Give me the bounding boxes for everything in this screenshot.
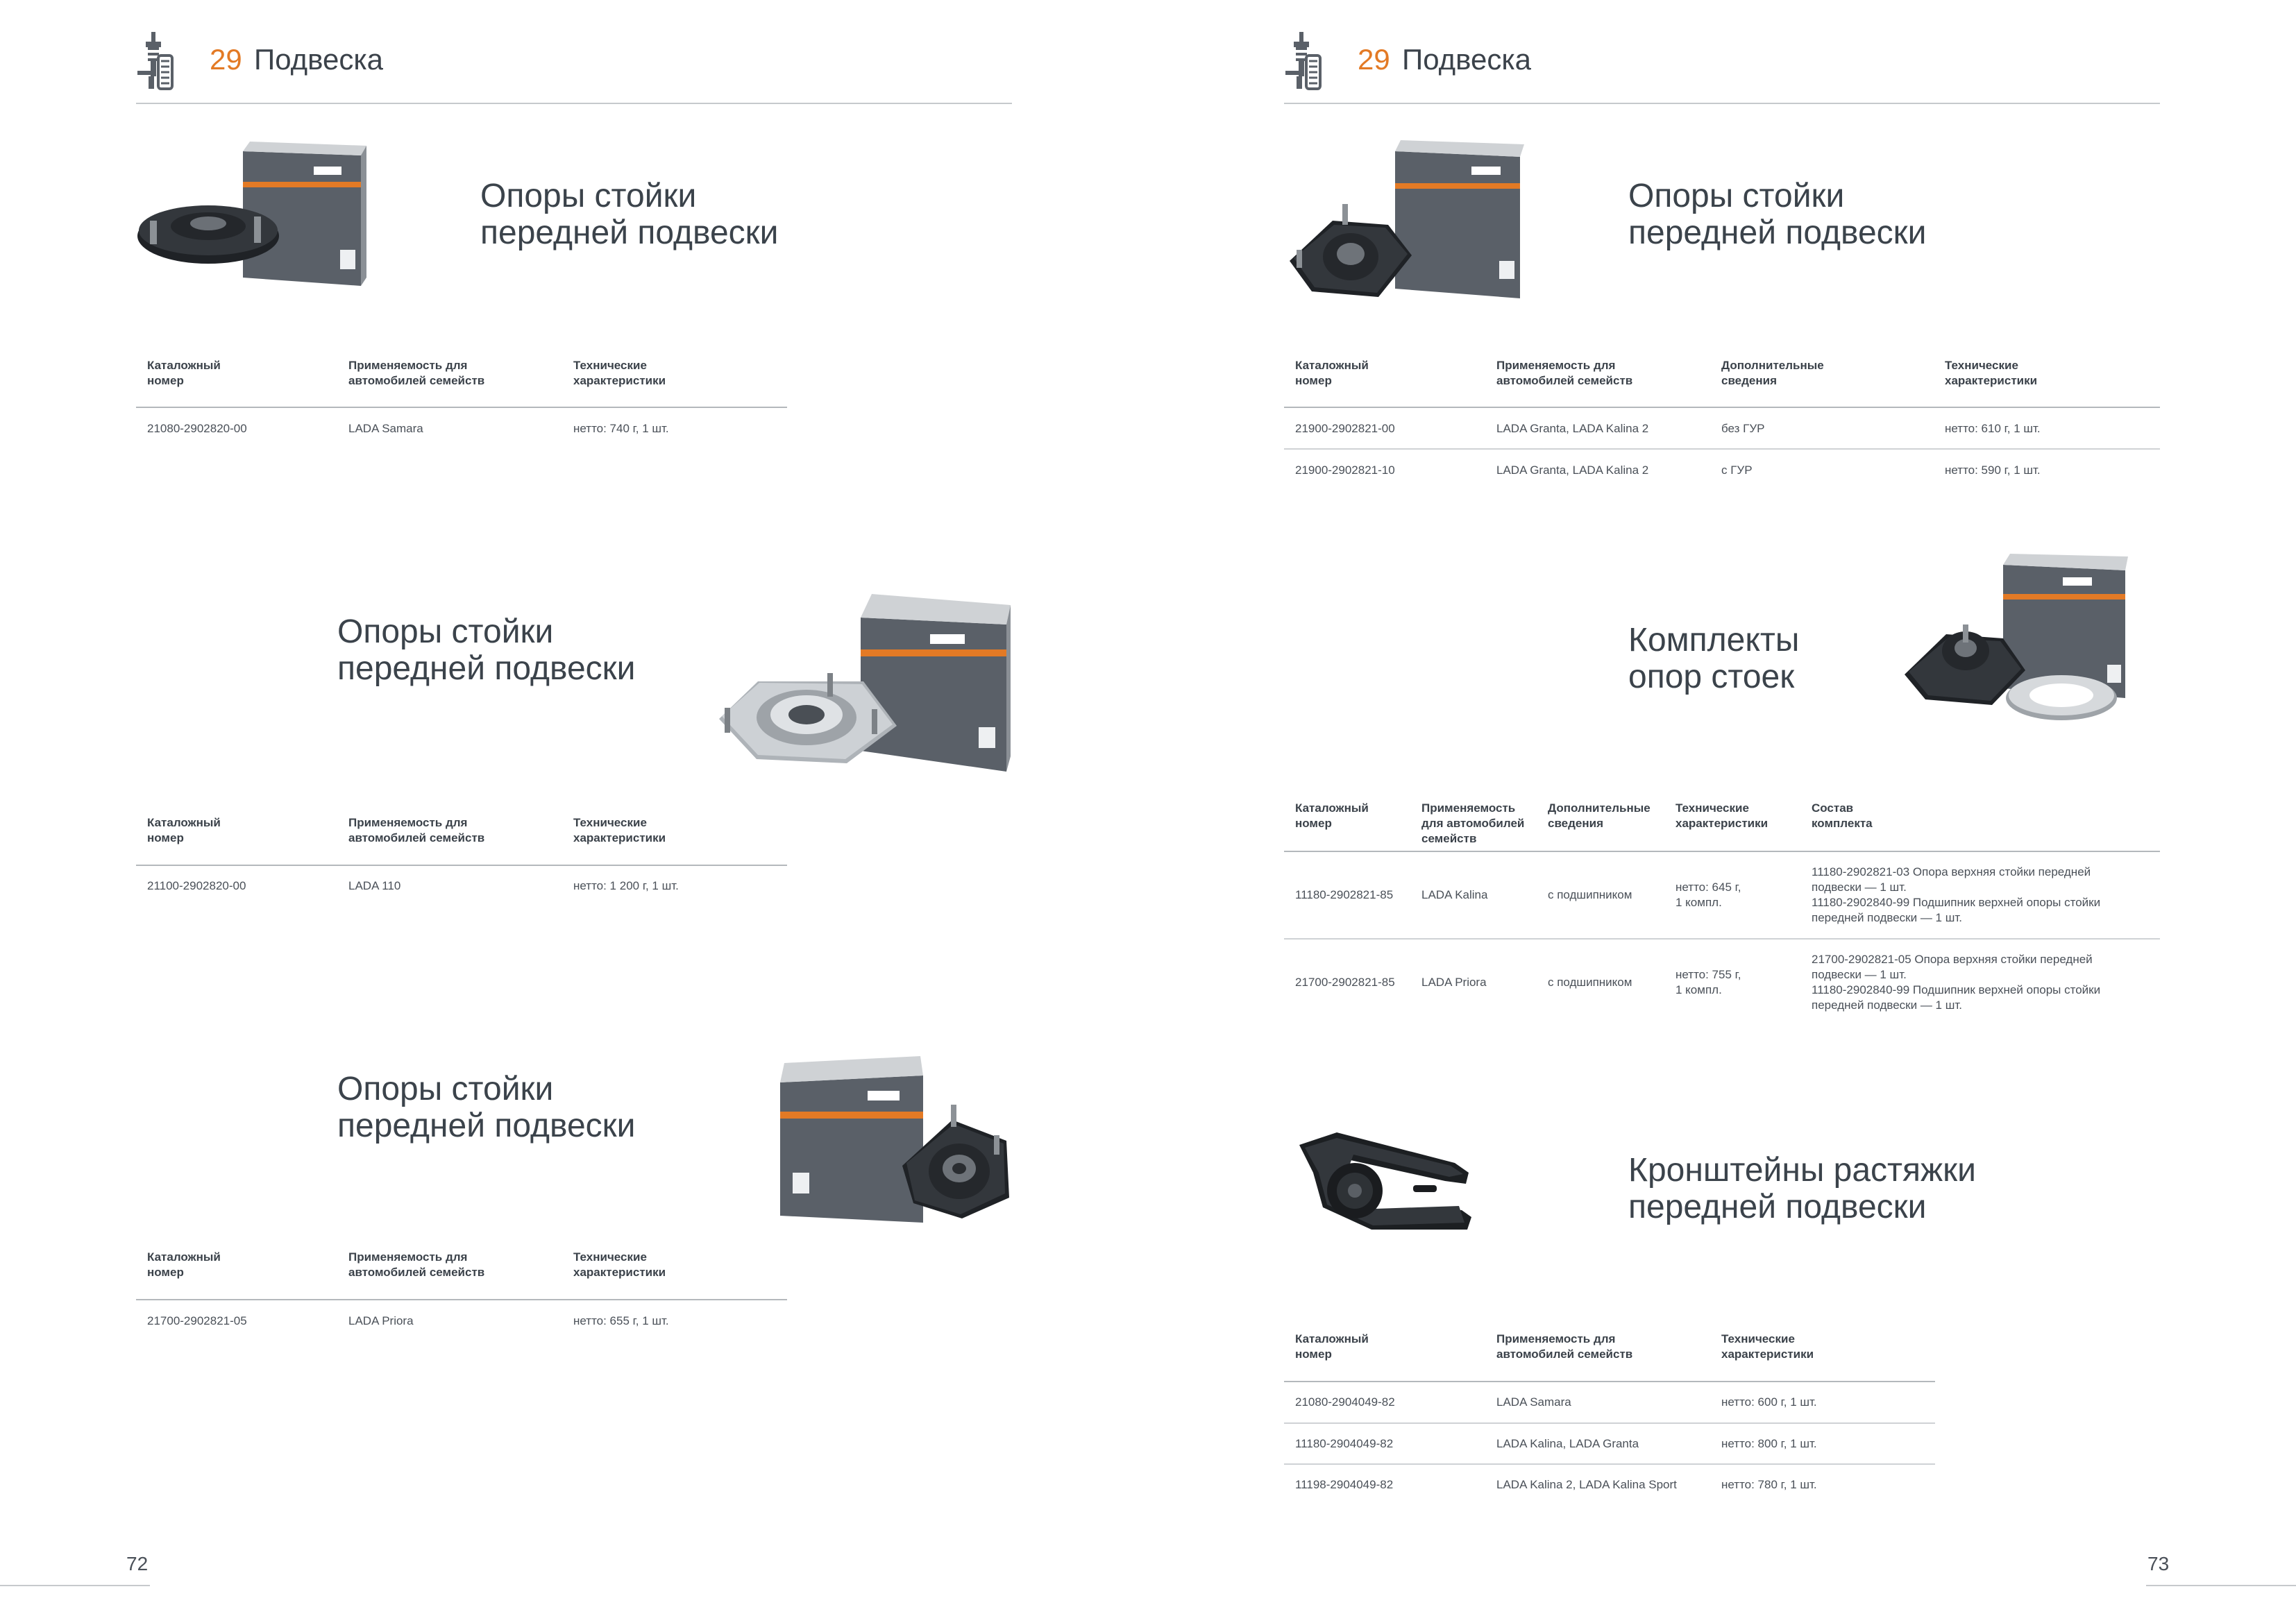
table-cell: LADA 110 [348, 879, 401, 892]
table-cell: нетто: 610 г, 1 шт. [1945, 422, 2041, 435]
table-cell: без ГУР [1721, 422, 1765, 435]
page-footer-line [0, 1585, 150, 1586]
suspension-icon [137, 32, 174, 90]
table-cell: 21700-2902821-05 Опора верхняя стойки пе… [1812, 953, 2101, 1012]
table-cell: нетто: 800 г, 1 шт. [1721, 1437, 1817, 1450]
table-header-rule [1284, 407, 2160, 408]
column-header: Дополнительные сведения [1548, 801, 1651, 830]
table-header-rule [136, 407, 787, 408]
table-cell: 21080-2902820-00 [147, 422, 247, 435]
column-header: Каталожный номер [147, 816, 221, 844]
column-header: Каталожный номер [1295, 801, 1369, 830]
column-header: Каталожный номер [1295, 1332, 1369, 1361]
table-header-rule [136, 865, 787, 866]
table-cell: 21700-2902821-85 [1295, 976, 1395, 989]
chapter-title: Подвеска [1402, 43, 1531, 76]
table-row-rule [1284, 448, 2160, 450]
table-cell: LADA Granta, LADA Kalina 2 [1496, 422, 1649, 435]
column-header: Применяемость для автомобилей семейств [1421, 801, 1525, 845]
column-header: Технические характеристики [573, 1250, 666, 1279]
table-row-rule [1284, 938, 2160, 940]
strut-kit-product-image [1905, 554, 2128, 720]
strut-mount-product-image [1290, 140, 1524, 298]
table-cell: 21700-2902821-05 [147, 1314, 247, 1327]
page-footer-line [2146, 1585, 2296, 1586]
table-cell: 11198-2904049-82 [1295, 1478, 1394, 1491]
table-cell: нетто: 600 г, 1 шт. [1721, 1395, 1817, 1409]
table-cell: нетто: 755 г, 1 компл. [1675, 968, 1741, 996]
chapter-title: Подвеска [254, 43, 383, 76]
table-cell: 21080-2904049-82 [1295, 1395, 1395, 1409]
table-cell: LADA Granta, LADA Kalina 2 [1496, 464, 1649, 477]
column-header: Применяемость для автомобилей семейств [348, 816, 485, 844]
column-header: Состав комплекта [1812, 801, 1873, 830]
table-cell: LADA Priora [1421, 976, 1487, 989]
table-cell: LADA Samara [348, 422, 423, 435]
column-header: Технические характеристики [573, 359, 666, 387]
table-cell: нетто: 1 200 г, 1 шт. [573, 879, 679, 892]
table-cell: 21900-2902821-10 [1295, 464, 1395, 477]
column-header: Каталожный номер [147, 1250, 221, 1279]
column-header: Применяемость для автомобилей семейств [1496, 359, 1633, 387]
section-title: Кронштейны растяжки передней подвески [1628, 1152, 1976, 1225]
strut-mount-product-image [719, 594, 1011, 772]
table-cell: LADA Samara [1496, 1395, 1571, 1409]
column-header: Технические характеристики [1721, 1332, 1814, 1361]
table-cell: с подшипником [1548, 976, 1632, 989]
strut-mount-product-image [137, 142, 366, 286]
bracket-product-image [1299, 1132, 1471, 1230]
column-header: Применяемость для автомобилей семейств [348, 359, 485, 387]
section-title: Опоры стойки передней подвески [1628, 178, 1927, 251]
table-cell: с подшипником [1548, 888, 1632, 901]
header-divider [136, 103, 1012, 104]
table-header-rule [1284, 1381, 1935, 1382]
table-row-rule [1284, 1463, 1935, 1465]
table-cell: нетто: 645 г, 1 компл. [1675, 881, 1741, 909]
section-title: Опоры стойки передней подвески [480, 178, 779, 251]
table-cell: с ГУР [1721, 464, 1753, 477]
header-divider [1284, 103, 2160, 104]
column-header: Применяемость для автомобилей семейств [348, 1250, 485, 1279]
table-cell: LADA Kalina [1421, 888, 1488, 901]
table-cell: 21900-2902821-00 [1295, 422, 1395, 435]
table-header-rule [136, 1299, 787, 1300]
table-cell: нетто: 780 г, 1 шт. [1721, 1478, 1817, 1491]
strut-mount-product-image [780, 1056, 1009, 1223]
table-cell: 11180-2902821-85 [1295, 888, 1394, 901]
column-header: Каталожный номер [147, 359, 221, 387]
table-cell: 11180-2904049-82 [1295, 1437, 1394, 1450]
column-header: Дополнительные сведения [1721, 359, 1824, 387]
column-header: Технические характеристики [1675, 801, 1769, 830]
table-header-rule [1284, 851, 2160, 852]
table-cell: нетто: 740 г, 1 шт. [573, 422, 669, 435]
table-cell: LADA Kalina 2, LADA Kalina Sport [1496, 1478, 1677, 1491]
suspension-icon [1285, 32, 1322, 90]
section-title: Опоры стойки передней подвески [337, 1071, 636, 1144]
table-cell: 21100-2902820-00 [147, 879, 246, 892]
table-cell: нетто: 655 г, 1 шт. [573, 1314, 669, 1327]
column-header: Технические характеристики [1945, 359, 2038, 387]
chapter-number: 29 [210, 43, 242, 76]
table-cell: 11180-2902821-03 Опора верхняя стойки пе… [1812, 865, 2101, 924]
column-header: Технические характеристики [573, 816, 666, 844]
column-header: Каталожный номер [1295, 359, 1369, 387]
page-number: 72 [126, 1553, 149, 1574]
table-cell: нетто: 590 г, 1 шт. [1945, 464, 2041, 477]
table-cell: LADA Kalina, LADA Granta [1496, 1437, 1639, 1450]
column-header: Применяемость для автомобилей семейств [1496, 1332, 1633, 1361]
section-title: Опоры стойки передней подвески [337, 613, 636, 687]
chapter-number: 29 [1358, 43, 1390, 76]
page-number: 73 [2147, 1553, 2170, 1574]
table-cell: LADA Priora [348, 1314, 414, 1327]
section-title: Комплекты опор стоек [1628, 622, 1800, 695]
table-row-rule [1284, 1422, 1935, 1424]
